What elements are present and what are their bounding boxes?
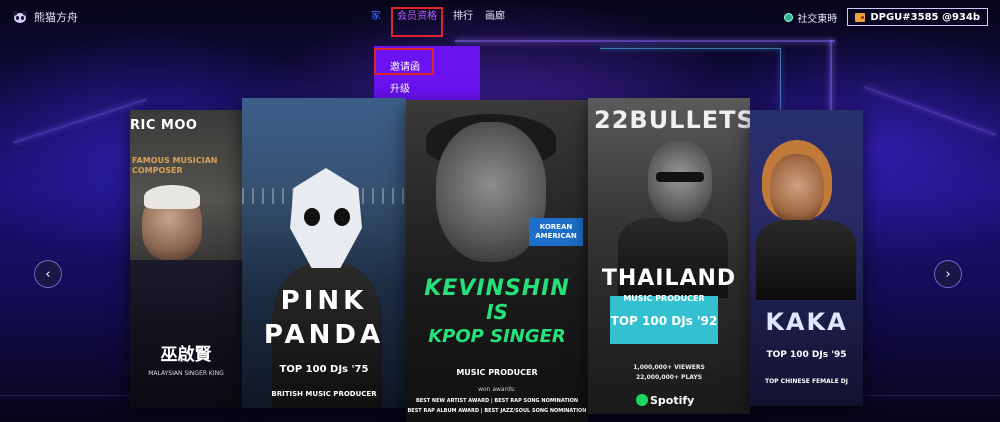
card-role: MUSIC PRODUCER [456, 368, 538, 377]
wallet-address: DPGU#3585 @934b [870, 11, 980, 23]
top100-badge: TOP 100 DJs '75 [279, 364, 369, 375]
card-awards-heading: won awards: [478, 386, 516, 393]
artist-card[interactable]: KOREAN AMERICAN KEVINSHIN IS KPOP SINGER… [406, 100, 588, 422]
panda-eye [304, 208, 320, 226]
card-title: KEVINSHIN [424, 276, 570, 301]
card-subtitle-line: FAMOUS MUSICIAN [132, 156, 218, 165]
card-caption: TOP CHINESE FEMALE DJ [764, 378, 848, 385]
dropdown-item-invitation[interactable]: 邀请函 [374, 48, 434, 75]
card-name: KAKA [765, 308, 848, 336]
card-tag: MALAYSIAN SINGER KING [148, 370, 224, 377]
wallet-icon [855, 12, 866, 22]
brand[interactable]: 熊猫方舟 [12, 9, 78, 25]
card-role: MUSIC PRODUCER [623, 294, 705, 303]
card-title: RIC MOO [130, 118, 198, 133]
nav-ranking[interactable]: 排行 [447, 10, 479, 24]
card-title: KPOP SINGER [428, 326, 566, 347]
card-title: PINK [280, 286, 368, 316]
card-caption: BRITISH MUSIC PRODUCER [271, 390, 377, 398]
origin-badge: KOREAN AMERICAN [529, 218, 583, 246]
panda-mask [290, 168, 362, 268]
nav-membership[interactable]: 会员资格 [391, 7, 443, 37]
top100-badge: TOP 100 DJs '92 [610, 314, 718, 328]
sunglasses [656, 172, 704, 182]
nav-home[interactable]: 家 [365, 10, 387, 24]
header-tools: 社交東時 DPGU#3585 @934b [784, 8, 988, 26]
spotify-icon [636, 394, 648, 406]
carousel-prev-button[interactable]: ‹ [34, 260, 62, 288]
card-awards: BEST NEW ARTIST AWARD | BEST RAP SONG NO… [415, 398, 579, 404]
top-bar: 熊猫方舟 家 会员资格 排行 画廊 社交東時 DPGU#3585 @934b [0, 0, 1000, 37]
main-nav: 家 会员资格 排行 画廊 [365, 7, 511, 37]
card-title: PANDA [263, 320, 385, 350]
artist-card[interactable]: KAKA TOP 100 DJs '95 TOP CHINESE FEMALE … [750, 110, 863, 406]
nav-gallery[interactable]: 画廊 [479, 10, 511, 24]
globe-icon [784, 12, 794, 22]
artist-portrait [770, 154, 824, 224]
artist-card[interactable]: PINK PANDA TOP 100 DJs '75 BRITISH MUSIC… [242, 98, 406, 408]
card-subtitle: FAMOUS MUSICIAN COMPOSER [130, 156, 242, 176]
brand-name: 熊猫方舟 [34, 11, 78, 24]
wallet-button[interactable]: DPGU#3585 @934b [847, 8, 988, 26]
artist-portrait [756, 220, 856, 300]
card-awards: BEST RAP ALBUM AWARD | BEST JAZZ/SOUL SO… [407, 408, 587, 414]
artist-portrait [130, 260, 242, 408]
card-plays: 22,000,000+ PLAYS [635, 374, 703, 381]
neon-line [455, 40, 835, 42]
card-views: 1,000,000+ VIEWERS [633, 364, 705, 371]
platform-label: Spotify [650, 394, 695, 407]
panda-icon [12, 10, 28, 24]
card-country: THAILAND [601, 266, 737, 291]
chevron-right-icon: › [945, 266, 951, 282]
artist-portrait [144, 185, 200, 209]
carousel-next-button[interactable]: › [934, 260, 962, 288]
card-name: 巫啟賢 [160, 345, 212, 365]
artist-card[interactable]: 22BULLETS THAILAND MUSIC PRODUCER TOP 10… [588, 98, 750, 414]
panda-eye [334, 208, 350, 226]
community-link[interactable]: 社交東時 [784, 10, 837, 25]
card-title: 22BULLETS [594, 106, 750, 134]
artist-carousel: RIC MOO FAMOUS MUSICIAN COMPOSER 巫啟賢 MAL… [0, 90, 1000, 422]
top100-badge: TOP 100 DJs '95 [766, 350, 847, 360]
card-subtitle-line: COMPOSER [132, 166, 183, 175]
neon-line [600, 48, 780, 49]
chevron-left-icon: ‹ [45, 266, 51, 282]
artist-card[interactable]: RIC MOO FAMOUS MUSICIAN COMPOSER 巫啟賢 MAL… [130, 110, 242, 408]
card-title: IS [486, 300, 508, 324]
community-label: 社交東時 [797, 13, 838, 25]
